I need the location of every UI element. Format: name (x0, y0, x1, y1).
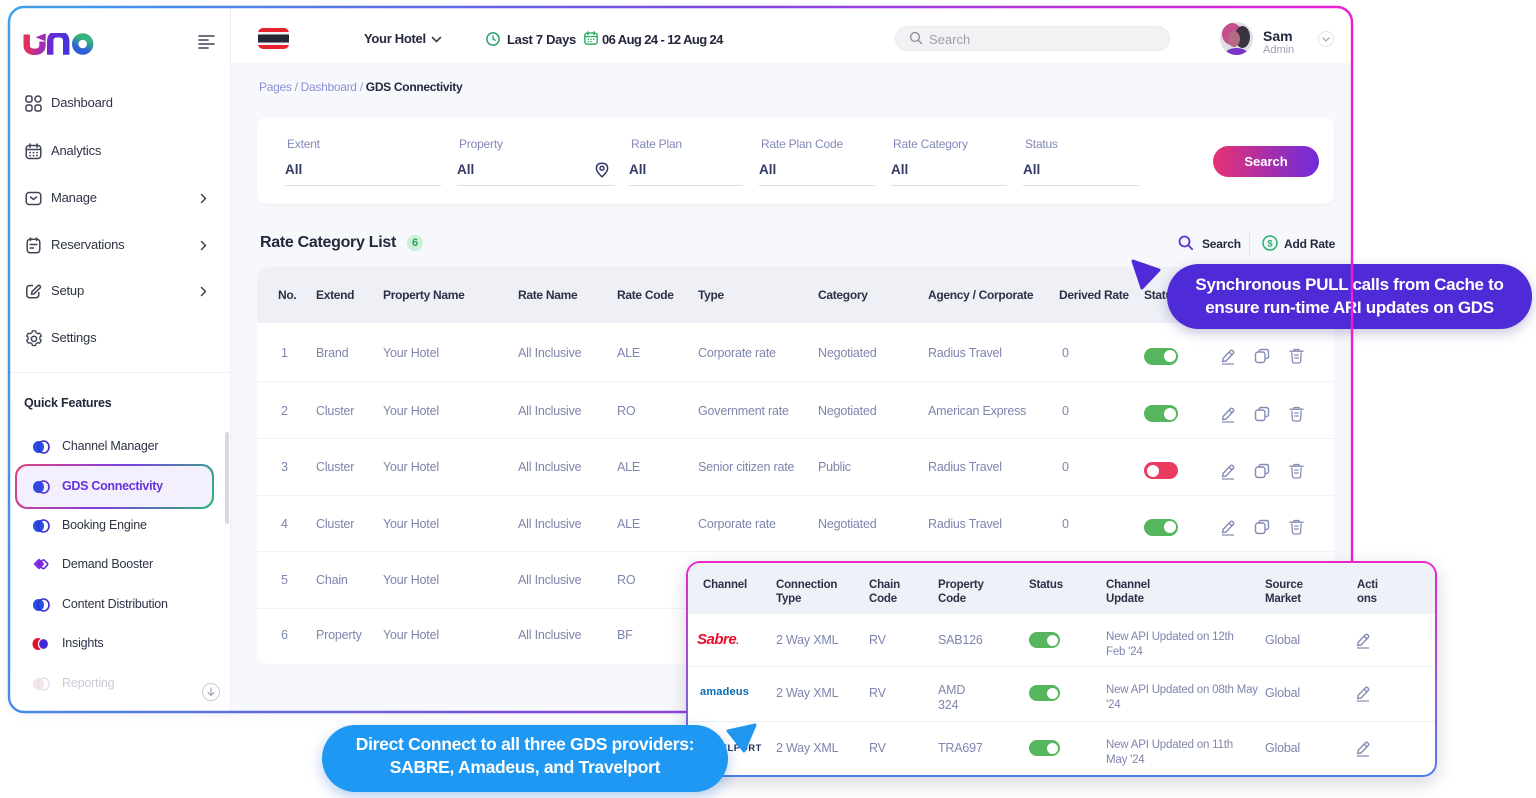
svg-text:$: $ (1267, 239, 1273, 250)
